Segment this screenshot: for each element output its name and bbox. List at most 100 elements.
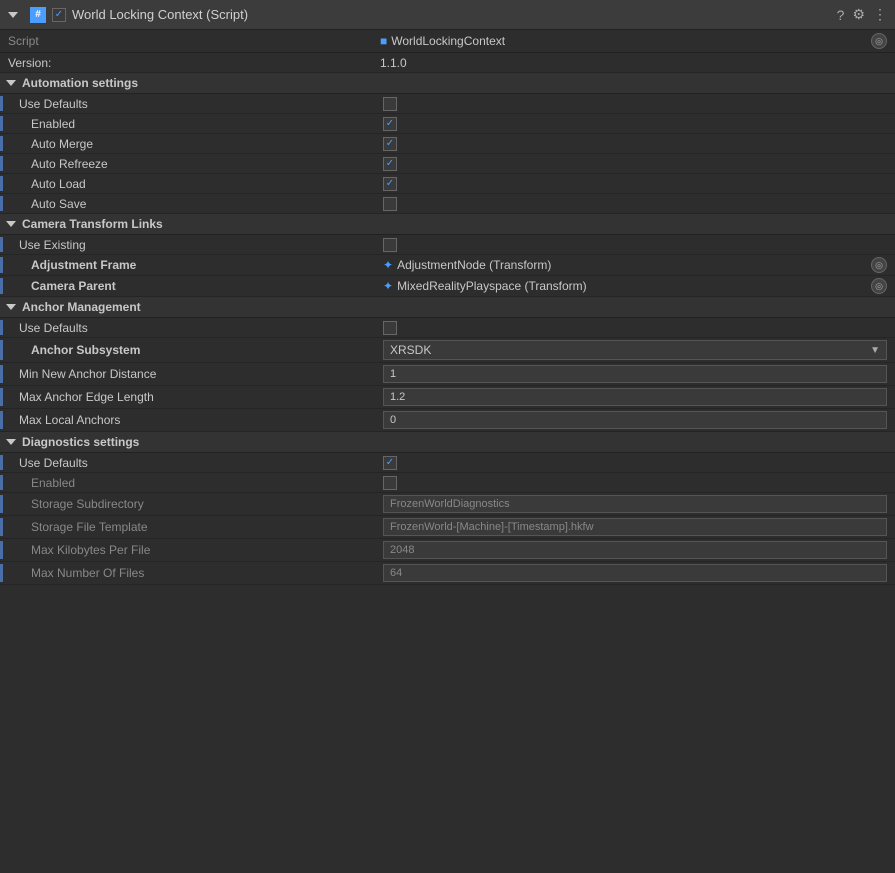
- adjustment-frame-value: ✦ AdjustmentNode (Transform) ◎: [383, 257, 895, 273]
- script-object-icon: ■: [380, 34, 387, 48]
- anchor-management-header[interactable]: Anchor Management: [0, 297, 895, 318]
- anchor-collapse-icon: [6, 304, 16, 310]
- anchor-use-defaults-value: [383, 321, 895, 335]
- automation-enabled-row: Enabled: [0, 114, 895, 134]
- title-bar: # World Locking Context (Script) ? ⚙ ⋮: [0, 0, 895, 30]
- automation-use-defaults-value: [383, 97, 895, 111]
- settings-icon[interactable]: ⚙: [852, 6, 865, 23]
- title-bar-left: # World Locking Context (Script): [8, 7, 248, 23]
- max-anchor-edge-length-row: Max Anchor Edge Length 1.2: [0, 386, 895, 409]
- script-target-button[interactable]: ◎: [871, 33, 887, 49]
- min-anchor-distance-text: 1: [390, 368, 396, 380]
- camera-parent-value: ✦ MixedRealityPlayspace (Transform) ◎: [383, 278, 895, 294]
- diagnostics-enabled-value: [383, 476, 895, 490]
- diagnostics-enabled-row: Enabled: [0, 473, 895, 493]
- storage-file-template-value: FrozenWorld-[Machine]-[Timestamp].hkfw: [383, 518, 895, 536]
- component-enabled-checkbox[interactable]: [52, 8, 66, 22]
- max-files-row: Max Number Of Files 64: [0, 562, 895, 585]
- automation-use-defaults-checkbox[interactable]: [383, 97, 397, 111]
- camera-collapse-icon: [6, 221, 16, 227]
- max-files-label: Max Number Of Files: [3, 566, 383, 580]
- version-value: 1.1.0: [380, 56, 895, 70]
- diagnostics-settings-header[interactable]: Diagnostics settings: [0, 432, 895, 453]
- max-anchor-edge-length-label: Max Anchor Edge Length: [3, 390, 383, 404]
- component-title: World Locking Context (Script): [72, 7, 248, 22]
- min-anchor-distance-value: 1: [383, 365, 895, 383]
- diagnostics-collapse-icon: [6, 439, 16, 445]
- auto-refreeze-label: Auto Refreeze: [3, 157, 383, 171]
- anchor-subsystem-label: Anchor Subsystem: [3, 343, 383, 357]
- max-kilobytes-field[interactable]: 2048: [383, 541, 887, 559]
- script-value: ■ WorldLockingContext ◎: [380, 33, 895, 49]
- auto-refreeze-row: Auto Refreeze: [0, 154, 895, 174]
- anchor-subsystem-text: XRSDK: [390, 343, 431, 357]
- auto-refreeze-checkbox[interactable]: [383, 157, 397, 171]
- camera-transform-links-header[interactable]: Camera Transform Links: [0, 214, 895, 235]
- storage-file-template-field[interactable]: FrozenWorld-[Machine]-[Timestamp].hkfw: [383, 518, 887, 536]
- diagnostics-use-defaults-checkbox[interactable]: [383, 456, 397, 470]
- max-kilobytes-row: Max Kilobytes Per File 2048: [0, 539, 895, 562]
- automation-settings-header[interactable]: Automation settings: [0, 73, 895, 94]
- script-label: Script: [0, 34, 380, 48]
- anchor-subsystem-dropdown[interactable]: XRSDK ▼: [383, 340, 887, 360]
- anchor-use-defaults-row: Use Defaults: [0, 318, 895, 338]
- auto-merge-checkbox[interactable]: [383, 137, 397, 151]
- camera-parent-target-button[interactable]: ◎: [871, 278, 887, 294]
- script-object-field: ■ WorldLockingContext: [380, 34, 867, 48]
- adjustment-frame-target-button[interactable]: ◎: [871, 257, 887, 273]
- camera-parent-row: Camera Parent ✦ MixedRealityPlayspace (T…: [0, 276, 895, 297]
- min-anchor-distance-field[interactable]: 1: [383, 365, 887, 383]
- auto-merge-value: [383, 137, 895, 151]
- camera-parent-icon: ✦: [383, 279, 393, 293]
- storage-file-template-text: FrozenWorld-[Machine]-[Timestamp].hkfw: [390, 521, 594, 533]
- collapse-triangle-icon[interactable]: [8, 12, 18, 18]
- diagnostics-enabled-checkbox[interactable]: [383, 476, 397, 490]
- adjustment-frame-icon: ✦: [383, 258, 393, 272]
- more-options-icon[interactable]: ⋮: [873, 6, 887, 23]
- adjustment-frame-label: Adjustment Frame: [3, 258, 383, 272]
- diagnostics-use-defaults-row: Use Defaults: [0, 453, 895, 473]
- storage-subdirectory-row: Storage Subdirectory FrozenWorldDiagnost…: [0, 493, 895, 516]
- camera-parent-field: ✦ MixedRealityPlayspace (Transform): [383, 279, 867, 293]
- adjustment-frame-text: AdjustmentNode (Transform): [397, 258, 551, 272]
- max-kilobytes-text: 2048: [390, 544, 414, 556]
- script-value-text: WorldLockingContext: [391, 34, 505, 48]
- max-files-value: 64: [383, 564, 895, 582]
- max-anchor-edge-length-field[interactable]: 1.2: [383, 388, 887, 406]
- max-kilobytes-value: 2048: [383, 541, 895, 559]
- dropdown-arrow-icon: ▼: [870, 345, 880, 356]
- camera-transform-links-label: Camera Transform Links: [22, 217, 163, 231]
- auto-load-checkbox[interactable]: [383, 177, 397, 191]
- diagnostics-use-defaults-label: Use Defaults: [3, 456, 383, 470]
- auto-save-value: [383, 197, 895, 211]
- use-existing-checkbox[interactable]: [383, 238, 397, 252]
- anchor-subsystem-value: XRSDK ▼: [383, 340, 895, 360]
- automation-use-defaults-row: Use Defaults: [0, 94, 895, 114]
- max-local-anchors-field[interactable]: 0: [383, 411, 887, 429]
- max-anchor-edge-length-text: 1.2: [390, 391, 405, 403]
- max-files-field[interactable]: 64: [383, 564, 887, 582]
- use-existing-row: Use Existing: [0, 235, 895, 255]
- storage-file-template-label: Storage File Template: [3, 520, 383, 534]
- max-local-anchors-label: Max Local Anchors: [3, 413, 383, 427]
- component-panel: # World Locking Context (Script) ? ⚙ ⋮ S…: [0, 0, 895, 585]
- help-icon[interactable]: ?: [837, 7, 845, 23]
- max-local-anchors-row: Max Local Anchors 0: [0, 409, 895, 432]
- max-anchor-edge-length-value: 1.2: [383, 388, 895, 406]
- auto-merge-label: Auto Merge: [3, 137, 383, 151]
- auto-save-row: Auto Save: [0, 194, 895, 214]
- auto-save-checkbox[interactable]: [383, 197, 397, 211]
- auto-merge-row: Auto Merge: [0, 134, 895, 154]
- adjustment-frame-field: ✦ AdjustmentNode (Transform): [383, 258, 867, 272]
- auto-save-label: Auto Save: [3, 197, 383, 211]
- automation-collapse-icon: [6, 80, 16, 86]
- storage-file-template-row: Storage File Template FrozenWorld-[Machi…: [0, 516, 895, 539]
- diagnostics-use-defaults-value: [383, 456, 895, 470]
- max-local-anchors-value: 0: [383, 411, 895, 429]
- version-label: Version:: [0, 56, 380, 70]
- use-existing-value: [383, 238, 895, 252]
- anchor-use-defaults-checkbox[interactable]: [383, 321, 397, 335]
- min-anchor-distance-row: Min New Anchor Distance 1: [0, 363, 895, 386]
- storage-subdirectory-field[interactable]: FrozenWorldDiagnostics: [383, 495, 887, 513]
- automation-enabled-checkbox[interactable]: [383, 117, 397, 131]
